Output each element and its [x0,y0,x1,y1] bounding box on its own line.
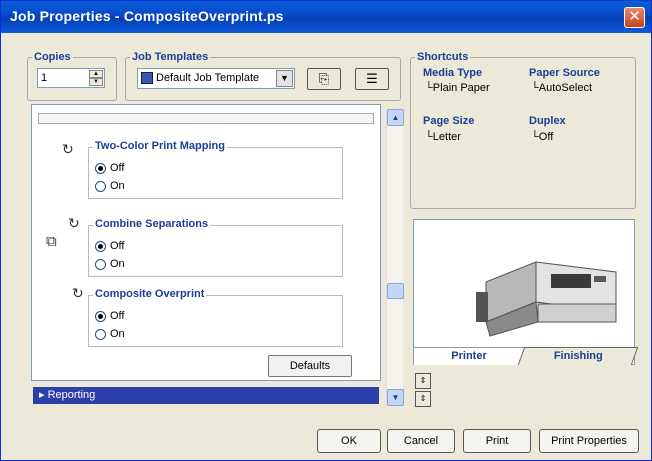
composite-overprint-group: Composite Overprint Off On [88,288,343,347]
combine-separations-off-radio[interactable]: Off [95,240,124,252]
spin-up-icon[interactable]: ▲ [89,70,103,78]
printer-preview-panel: Printer Finishing [413,219,639,365]
template-list-icon: ☰ [366,71,378,86]
job-template-selected: Default Job Template [156,72,260,84]
job-template-select[interactable]: Default Job Template ▼ [137,68,295,89]
job-properties-window: Job Properties - CompositeOverprint.ps ✕… [0,0,652,461]
duplex-title[interactable]: Duplex [529,115,566,127]
radio-label: Off [110,240,125,252]
duplex-value: └Off [531,131,554,143]
chevron-down-icon[interactable]: ▼ [276,70,293,87]
composite-overprint-on-radio[interactable]: On [95,328,125,340]
composite-overprint-off-radio[interactable]: Off [95,310,124,322]
media-type-value: └Plain Paper [425,82,490,94]
page-size-title[interactable]: Page Size [423,115,474,127]
print-properties-button[interactable]: Print Properties [539,429,639,453]
ok-button[interactable]: OK [317,429,381,453]
refresh-icon[interactable]: ↻ [62,141,74,158]
radio-selected-icon[interactable] [95,240,106,252]
copies-label: Copies [34,51,71,63]
radio-label: On [110,180,125,192]
composite-overprint-title: Composite Overprint [93,288,207,300]
cancel-button[interactable]: Cancel [387,429,455,453]
copies-spinner[interactable]: 1 ▲ ▼ [37,68,105,88]
scroll-up-icon[interactable]: ▲ [387,109,404,126]
two-color-print-mapping-title: Two-Color Print Mapping [93,140,227,152]
tab-finishing-label: Finishing [553,350,603,362]
save-template-button[interactable]: ⎘ [307,68,341,90]
radio-label: On [110,328,125,340]
expand-all-button[interactable]: ⇕ [415,373,431,389]
media-type-title[interactable]: Media Type [423,67,482,79]
title-bar[interactable]: Job Properties - CompositeOverprint.ps ✕ [1,1,651,33]
tab-printer[interactable]: Printer [414,347,524,365]
spin-down-icon[interactable]: ▼ [89,78,103,86]
window-title: Job Properties - CompositeOverprint.ps [10,8,284,24]
radio-selected-icon[interactable] [95,310,106,322]
scroll-thumb[interactable] [387,283,404,299]
radio-icon[interactable] [95,328,106,340]
printer-image [476,261,617,337]
radio-icon[interactable] [95,180,106,192]
combine-separations-on-radio[interactable]: On [95,258,125,270]
paper-source-value: └AutoSelect [531,82,592,94]
radio-label: Off [110,162,125,174]
save-template-icon: ⎘ [318,71,330,86]
radio-label: On [110,258,125,270]
two-color-off-radio[interactable]: Off [95,162,124,174]
paper-source-title[interactable]: Paper Source [529,67,600,79]
template-list-button[interactable]: ☰ [355,68,389,90]
panel-top-strip [38,113,374,124]
tab-finishing[interactable]: Finishing [517,347,639,365]
combine-separations-group: Combine Separations Off On [88,218,343,277]
scroll-down-icon[interactable]: ▼ [387,389,404,406]
copies-spin-buttons[interactable]: ▲ ▼ [89,70,103,86]
radio-icon[interactable] [95,258,106,270]
print-button[interactable]: Print [463,429,531,453]
shortcuts-label: Shortcuts [417,51,469,63]
radio-selected-icon[interactable] [95,162,106,174]
options-panel: ↻ Two-Color Print Mapping Off On ↻ ⧉ Com… [31,104,381,381]
defaults-button[interactable]: Defaults [268,355,352,377]
radio-label: Off [110,310,125,322]
reporting-section-header[interactable]: ▸ Reporting [33,387,379,404]
options-scrollbar[interactable]: ▲ ▼ [386,109,404,406]
copy-pages-icon: ⧉ [46,233,57,250]
two-color-on-radio[interactable]: On [95,180,125,192]
copies-value: 1 [41,72,48,84]
collapse-all-button[interactable]: ⇕ [415,391,431,407]
refresh-icon[interactable]: ↻ [68,215,80,232]
close-button[interactable]: ✕ [624,7,645,28]
refresh-icon[interactable]: ↻ [72,285,84,302]
printer-template-icon [141,72,153,84]
combine-separations-title: Combine Separations [93,218,211,230]
two-color-print-mapping-group: Two-Color Print Mapping Off On [88,140,343,199]
job-templates-label: Job Templates [132,51,209,63]
page-size-value: └Letter [425,131,461,143]
